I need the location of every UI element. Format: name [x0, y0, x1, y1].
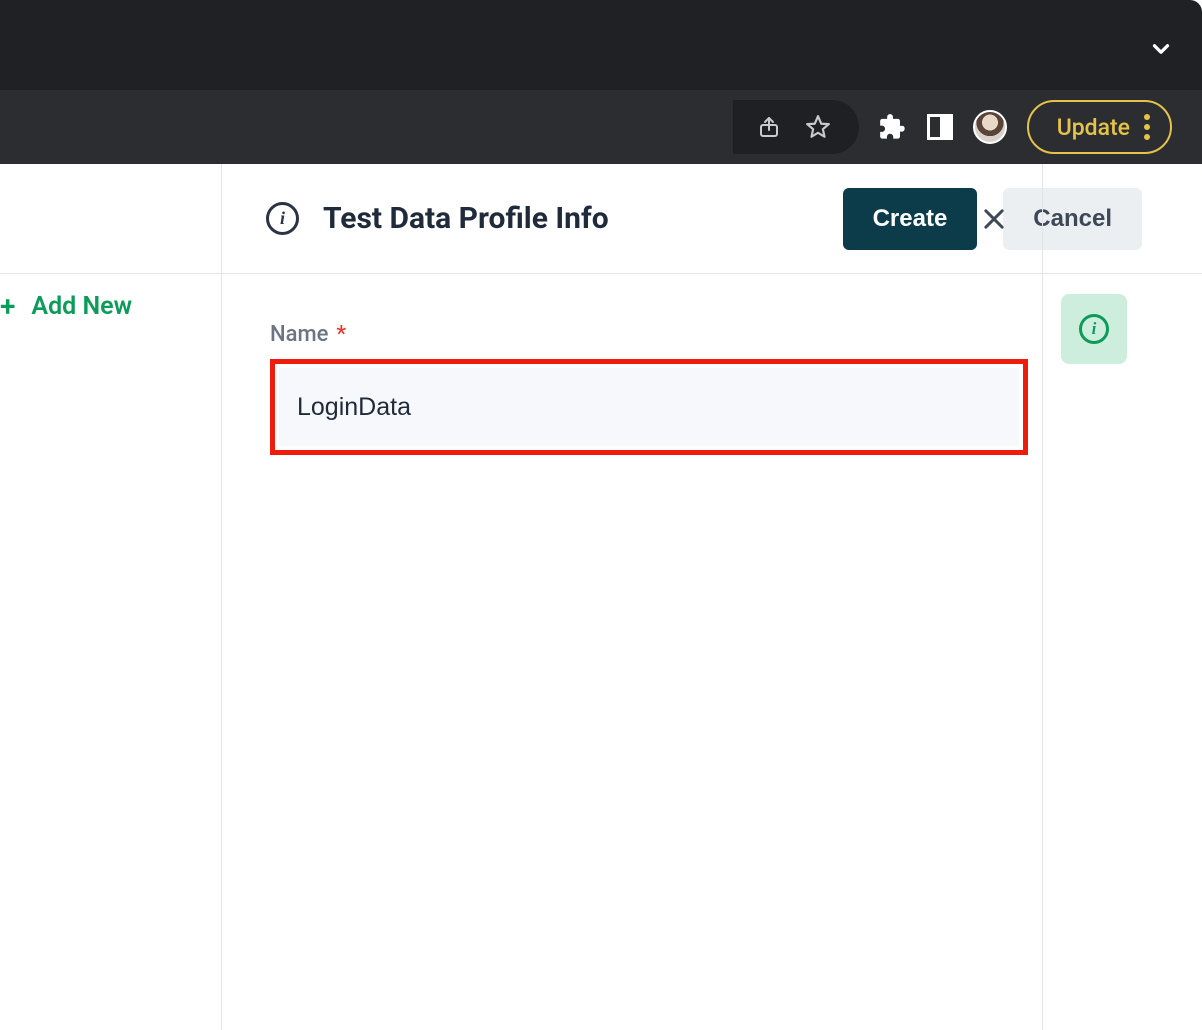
update-label: Update: [1057, 114, 1130, 141]
update-button[interactable]: Update: [1027, 100, 1172, 154]
name-field-label: Name *: [270, 322, 998, 347]
browser-tab-strip: [0, 0, 1202, 90]
extensions-icon[interactable]: [879, 113, 907, 141]
panel-body: Name *: [222, 274, 1042, 455]
browser-toolbar: Update: [0, 90, 1202, 164]
profile-info-panel: i Test Data Profile Info Name *: [221, 164, 1043, 1030]
required-star: *: [336, 322, 346, 347]
share-icon[interactable]: [757, 114, 781, 140]
name-input[interactable]: [279, 368, 1019, 446]
add-new-button[interactable]: + Add New: [0, 292, 132, 321]
panel-title: Test Data Profile Info: [323, 201, 609, 236]
app-content: Create Cancel + Add New i Test Data Prof…: [0, 164, 1202, 1030]
name-input-highlight: [270, 359, 1028, 455]
info-icon: i: [266, 202, 299, 235]
close-icon[interactable]: [980, 205, 1008, 233]
chevron-down-icon[interactable]: [1148, 36, 1174, 62]
avatar[interactable]: [973, 110, 1007, 144]
info-icon: i: [1079, 314, 1109, 344]
side-panel-icon[interactable]: [927, 114, 953, 140]
address-bar-actions: [733, 100, 859, 154]
star-icon[interactable]: [805, 114, 831, 140]
more-icon[interactable]: [1144, 114, 1150, 140]
plus-icon: +: [0, 293, 15, 321]
add-new-label: Add New: [31, 292, 132, 321]
info-side-button[interactable]: i: [1061, 294, 1127, 364]
panel-header: i Test Data Profile Info: [222, 164, 1042, 274]
